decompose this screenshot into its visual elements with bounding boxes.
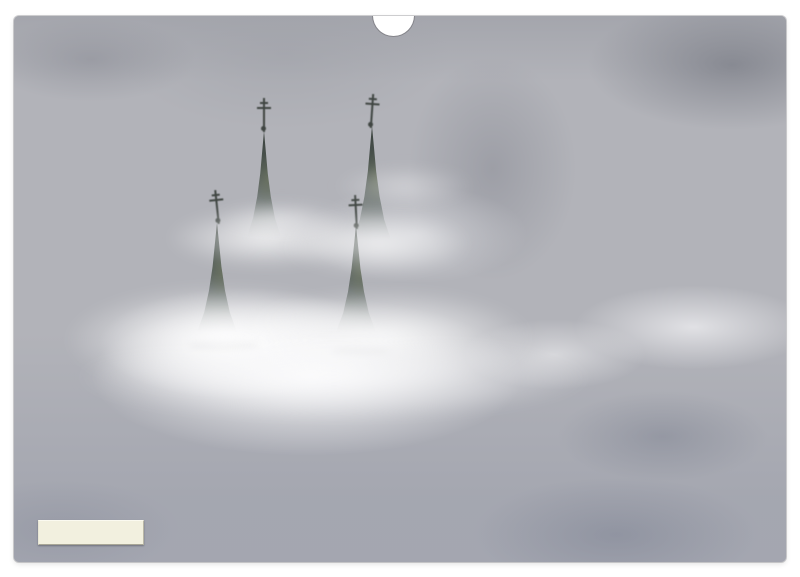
- fog-wisp: [74, 334, 594, 420]
- fog-wisp: [212, 201, 352, 237]
- cross-finial-icon: [362, 93, 382, 128]
- calendar-sheet: [14, 16, 786, 562]
- fog-wisp: [334, 166, 474, 206]
- cross-finial-icon: [255, 98, 273, 132]
- date-strip: [14, 520, 786, 547]
- month-label: [38, 520, 144, 545]
